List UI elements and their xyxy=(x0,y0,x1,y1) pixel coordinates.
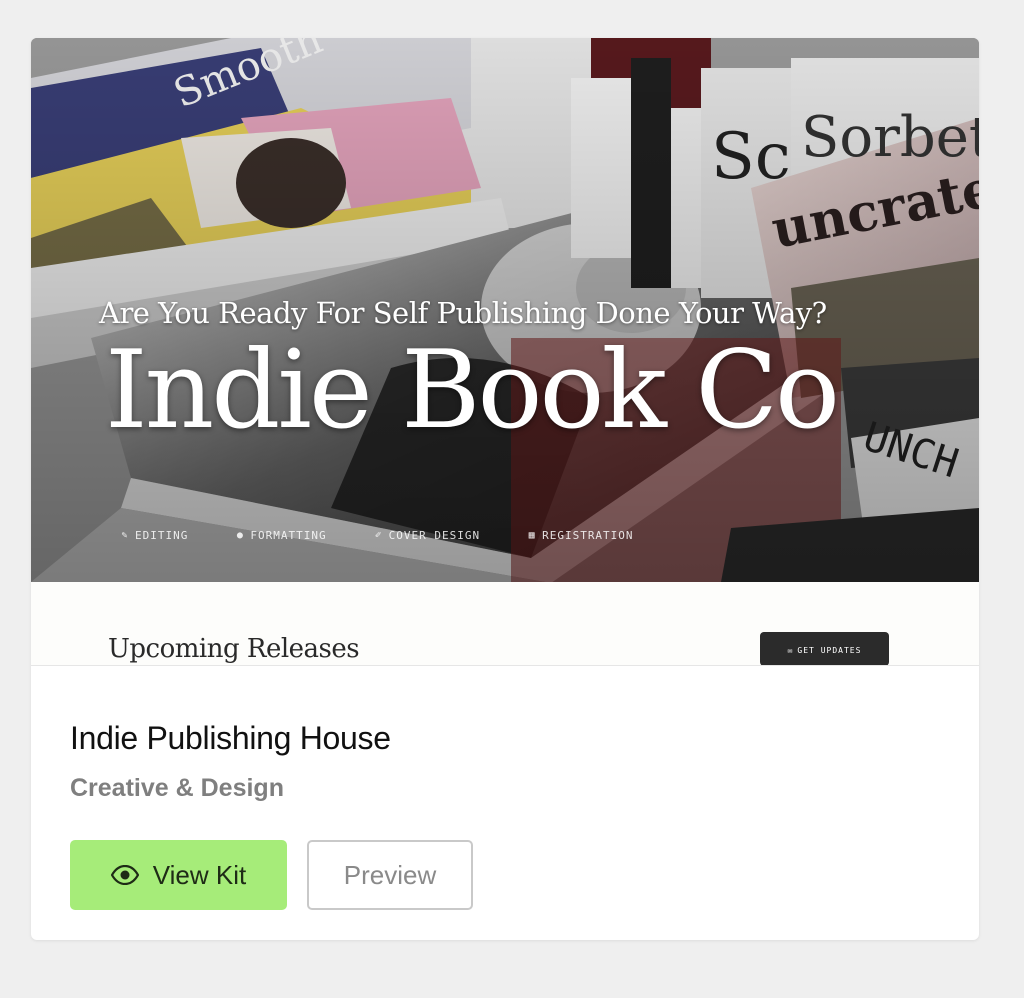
card-actions: View Kit Preview xyxy=(70,840,473,910)
template-category: Creative & Design xyxy=(70,774,284,802)
preview-nav-item-formatting: ● FORMATTING xyxy=(234,529,326,542)
preview-hero: Sc Sorbet uncrate UNCH Smooth Are You Re… xyxy=(31,38,979,582)
template-card: Sc Sorbet uncrate UNCH Smooth Are You Re… xyxy=(31,38,979,940)
releases-section-title: Upcoming Releases xyxy=(108,634,360,664)
brush-icon: ✐ xyxy=(375,530,383,541)
view-kit-label: View Kit xyxy=(152,859,247,890)
preview-nav-label: EDITING xyxy=(135,529,189,542)
preview-nav-item-editing: ✎ EDITING xyxy=(119,529,188,542)
lightbulb-icon: ● xyxy=(236,530,244,541)
mail-icon: ✉ xyxy=(787,646,794,655)
preview-nav-item-registration: ▦ REGISTRATION xyxy=(526,529,633,542)
edit-icon: ✎ xyxy=(121,530,129,541)
hero-tagline: Are You Ready For Self Publishing Done Y… xyxy=(99,296,827,330)
preview-nav-label: REGISTRATION xyxy=(542,529,634,542)
preview-nav-label: FORMATTING xyxy=(250,529,327,542)
get-updates-button: ✉ GET UPDATES xyxy=(760,632,889,665)
preview-label: Preview xyxy=(343,859,437,890)
get-updates-label: GET UPDATES xyxy=(797,646,862,655)
hero-brand-title: Indie Book Co xyxy=(105,328,840,453)
registration-icon: ▦ xyxy=(528,530,536,541)
template-preview-image[interactable]: Sc Sorbet uncrate UNCH Smooth Are You Re… xyxy=(31,38,979,666)
preview-button[interactable]: Preview xyxy=(307,840,473,910)
template-title: Indie Publishing House xyxy=(70,720,391,756)
view-kit-button[interactable]: View Kit xyxy=(70,840,287,910)
preview-releases-section: Upcoming Releases ✉ GET UPDATES xyxy=(31,582,979,665)
preview-nav-label: COVER DESIGN xyxy=(388,529,481,542)
preview-nav-item-cover-design: ✐ COVER DESIGN xyxy=(373,529,480,542)
preview-nav: ✎ EDITING ● FORMATTING ✐ COVER DESIGN ▦ … xyxy=(119,529,680,542)
eye-icon xyxy=(110,865,139,885)
